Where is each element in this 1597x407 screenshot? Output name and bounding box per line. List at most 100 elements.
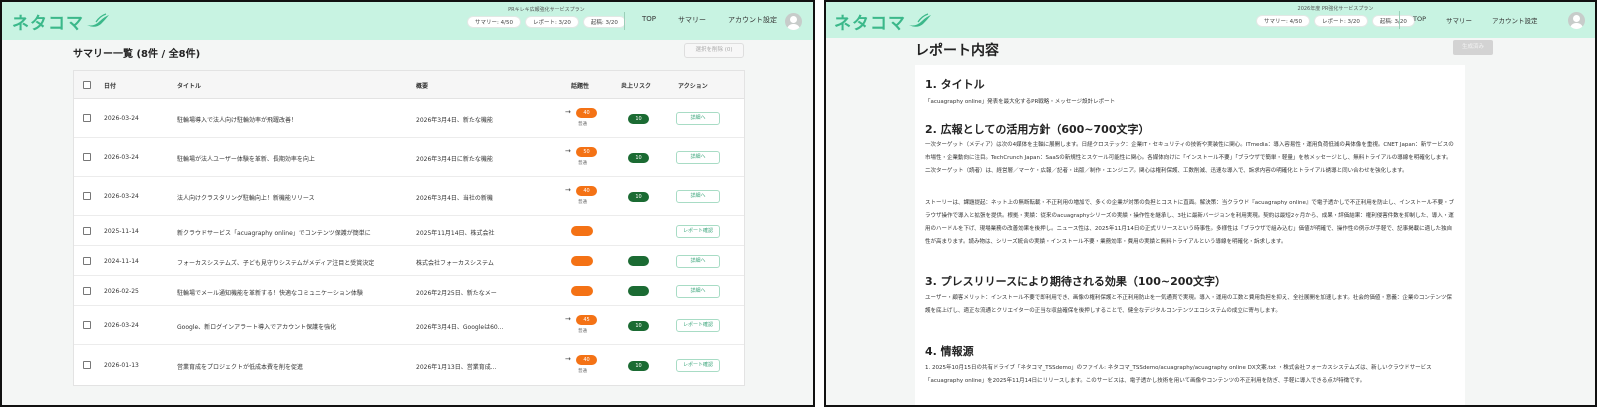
row-checkbox[interactable] — [83, 114, 91, 122]
row-title[interactable]: 駐輪場でメール通知機能を革新する！快適なコミュニケーション体験 — [177, 288, 407, 297]
row-title[interactable]: 新クラウドサービス「acuagraphy online」でコンテンツ保護が簡単に — [177, 228, 407, 237]
topic-label: 普通 — [578, 122, 587, 127]
logo-text: ネタコマ — [834, 13, 906, 34]
risk-score-pill: 10 — [628, 114, 649, 124]
col-action: アクション — [678, 83, 708, 90]
report-title: レポート内容 — [915, 43, 999, 59]
table-row[interactable]: 2026-03-24 法人向けクラスタリング駐輪向上！新機能リリース 2026年… — [74, 177, 744, 216]
generated-button[interactable]: 生成済み — [1453, 40, 1493, 55]
table-row[interactable]: 2026-03-24 駐輪場が法人ユーザー体験を革新、長期効率を向上 2026年… — [74, 138, 744, 177]
nav-summary[interactable]: サマリー — [678, 15, 706, 25]
bird-swoosh-icon — [909, 13, 931, 27]
trend-arrow-icon: → — [565, 355, 571, 363]
usage-badge-summary: サマリー: 4/50 — [1256, 15, 1310, 27]
row-checkbox[interactable] — [83, 321, 91, 329]
row-title[interactable]: 法人向けクラスタリング駐輪向上！新機能リリース — [177, 193, 407, 202]
topic-score-pill: 40 — [576, 355, 597, 365]
header-divider — [624, 12, 625, 30]
table-row[interactable]: 2026-02-25 駐輪場でメール通知機能を革新する！快適なコミュニケーション… — [74, 276, 744, 306]
risk-score-pill — [628, 286, 649, 296]
table-row[interactable]: 2026-03-24 駐輪場導入で法人向け駐輪効率が飛躍改善！ 2026年3月4… — [74, 99, 744, 138]
col-title: タイトル — [177, 83, 202, 90]
bulk-delete-button[interactable]: 選択を削除 (0) — [684, 43, 744, 58]
table-row[interactable]: 2024-11-14 フォーカスシステムズ、子ども見守りシステムがメディア注目と… — [74, 246, 744, 276]
topic-score-pill — [571, 226, 593, 236]
col-topic: 話題性 — [571, 83, 590, 90]
report-confirm-button[interactable]: レポート確認 — [676, 319, 720, 332]
row-summary: 2026年3月4日、当社の新機 — [416, 195, 493, 202]
row-checkbox[interactable] — [83, 257, 91, 265]
report-window: ネタコマ 2026年度 PR強化サービスプラン サマリー: 4/50 レポート:… — [824, 0, 1597, 407]
usage-badge-draft: 起稿: 3/20 — [1371, 15, 1415, 27]
usage-badge-report: レポート: 3/20 — [1313, 15, 1368, 27]
section-heading: 3. プレスリリースにより期待される効果（100~200文字） — [925, 275, 1227, 288]
detail-button[interactable]: 詳細へ — [676, 151, 720, 164]
page-title: サマリー一覧 (8件 / 全8件) — [73, 49, 201, 60]
row-date: 2026-03-24 — [104, 322, 139, 329]
detail-button[interactable]: 詳細へ — [676, 285, 720, 298]
row-title[interactable]: 駐輪場導入で法人向け駐輪効率が飛躍改善！ — [177, 115, 407, 124]
risk-score-pill: 10 — [628, 321, 649, 331]
row-title[interactable]: 駐輪場が法人ユーザー体験を革新、長期効率を向上 — [177, 154, 407, 163]
topic-score-pill: 40 — [576, 186, 597, 196]
logo[interactable]: ネタコマ — [12, 10, 110, 34]
header-divider — [1399, 11, 1400, 29]
trend-arrow-icon: → — [565, 147, 571, 155]
usage-badge-report: レポート: 3/20 — [524, 16, 579, 28]
plan-usage: PRキレキ広報強化サービスプラン サマリー: 4/50 レポート: 3/20 起… — [467, 6, 626, 28]
nav-top[interactable]: TOP — [1413, 15, 1426, 25]
col-date: 日付 — [104, 83, 117, 90]
nav-top[interactable]: TOP — [642, 15, 656, 25]
usage-badge-draft: 起稿: 3/20 — [582, 16, 626, 28]
row-summary: 2026年3月4日に新たな機能 — [416, 156, 493, 163]
app-header: ネタコマ 2026年度 PR強化サービスプラン サマリー: 4/50 レポート:… — [826, 2, 1595, 38]
row-summary: 2026年3月4日、Googleは60... — [416, 324, 504, 331]
report-body: 1. タイトル 「acuagraphy online」発表を最大化するPR戦略・… — [915, 65, 1465, 405]
main-nav: TOP サマリー アカウント設定 — [642, 15, 777, 25]
detail-button[interactable]: 詳細へ — [676, 190, 720, 203]
section-heading: 1. タイトル — [925, 78, 985, 91]
summary-list-window: ネタコマ PRキレキ広報強化サービスプラン サマリー: 4/50 レポート: 3… — [0, 0, 815, 407]
logo[interactable]: ネタコマ — [834, 10, 932, 34]
summary-table: 日付 タイトル 概要 話題性 炎上リスク アクション 2026-03-24 駐輪… — [73, 70, 745, 386]
row-date: 2026-03-24 — [104, 193, 139, 200]
report-confirm-button[interactable]: レポート確認 — [676, 225, 720, 238]
table-row[interactable]: 2026-01-13 営業育成をプロジェクトが低成本費を削を促進 2026年1月… — [74, 345, 744, 386]
section-body: 「acuagraphy online」発表を最大化するPR戦略・メッセージ設計レ… — [925, 99, 1116, 105]
table-row[interactable]: 2026-03-24 Google、新ログインアラート導入でアカウント保護を強化… — [74, 306, 744, 345]
usage-badge-summary: サマリー: 4/50 — [467, 16, 521, 28]
section-heading: 2. 広報としての活用方針（600~700文字） — [925, 123, 1150, 136]
row-summary: 2026年1月13日、営業育成... — [416, 364, 497, 371]
nav-summary[interactable]: サマリー — [1446, 15, 1472, 25]
report-confirm-button[interactable]: レポート確認 — [676, 359, 720, 372]
row-summary: 2025年11月14日、株式会社 — [416, 230, 495, 237]
detail-button[interactable]: 詳細へ — [676, 255, 720, 268]
user-avatar-icon[interactable] — [1568, 12, 1585, 29]
row-title[interactable]: 営業育成をプロジェクトが低成本費を削を促進 — [177, 362, 407, 371]
section-body: ユーザー・顧客メリット：インストール不要で即利用でき、画像の権利保護と不正利用防… — [925, 295, 1452, 314]
select-all-checkbox[interactable] — [83, 81, 91, 89]
topic-score-pill — [571, 256, 593, 266]
row-title[interactable]: フォーカスシステムズ、子ども見守りシステムがメディア注目と受賞決定 — [177, 258, 407, 267]
trend-arrow-icon: → — [565, 186, 571, 194]
row-checkbox[interactable] — [83, 153, 91, 161]
row-title[interactable]: Google、新ログインアラート導入でアカウント保護を強化 — [177, 322, 407, 331]
table-row[interactable]: 2025-11-14 新クラウドサービス「acuagraphy online」で… — [74, 216, 744, 246]
table-header: 日付 タイトル 概要 話題性 炎上リスク アクション — [74, 71, 744, 99]
row-checkbox[interactable] — [83, 287, 91, 295]
topic-label: 普通 — [578, 161, 587, 166]
trend-arrow-icon: → — [565, 108, 571, 116]
plan-name: PRキレキ広報強化サービスプラン — [508, 7, 585, 13]
topic-score-pill: 40 — [576, 108, 597, 118]
nav-account-settings[interactable]: アカウント設定 — [728, 15, 777, 25]
nav-account-settings[interactable]: アカウント設定 — [1492, 15, 1538, 25]
row-checkbox[interactable] — [83, 192, 91, 200]
user-avatar-icon[interactable] — [785, 13, 802, 30]
bird-swoosh-icon — [87, 13, 109, 27]
row-date: 2024-11-14 — [104, 258, 139, 265]
detail-button[interactable]: 詳細へ — [676, 112, 720, 125]
row-summary: 2026年2月25日、新たなメー — [416, 290, 497, 297]
section-body: ストーリーは、課題提起：ネット上の無断転載・不正利用の増加で、多くの企業が対策の… — [925, 200, 1455, 245]
row-checkbox[interactable] — [83, 227, 91, 235]
row-checkbox[interactable] — [83, 361, 91, 369]
